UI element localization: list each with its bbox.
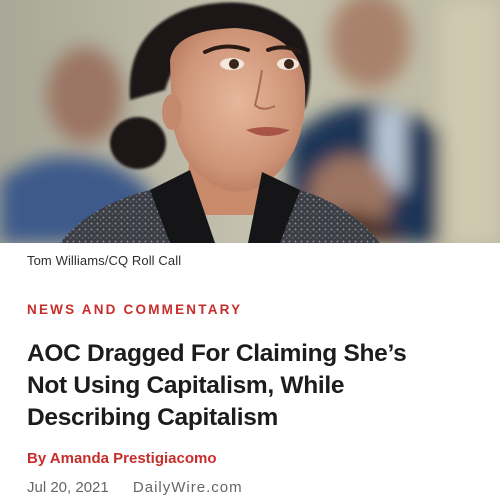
article-meta: Jul 20, 2021 DailyWire.com [27, 479, 243, 496]
headline-line: Describing Capitalism [27, 404, 279, 431]
headline-line: Not Using Capitalism, While [27, 372, 345, 399]
headline-line: AOC Dragged For Claiming She’s [27, 340, 407, 367]
article-headline[interactable]: AOC Dragged For Claiming She’s Not Using… [27, 338, 487, 434]
article-photo-image [0, 0, 500, 243]
author-byline[interactable]: By Amanda Prestigiacomo [27, 450, 217, 467]
source-link[interactable]: DailyWire.com [133, 479, 243, 496]
photo-credit: Tom Williams/CQ Roll Call [27, 253, 182, 268]
publish-date: Jul 20, 2021 [27, 479, 109, 496]
article-photo[interactable] [0, 0, 500, 243]
category-label[interactable]: NEWS AND COMMENTARY [27, 302, 242, 317]
